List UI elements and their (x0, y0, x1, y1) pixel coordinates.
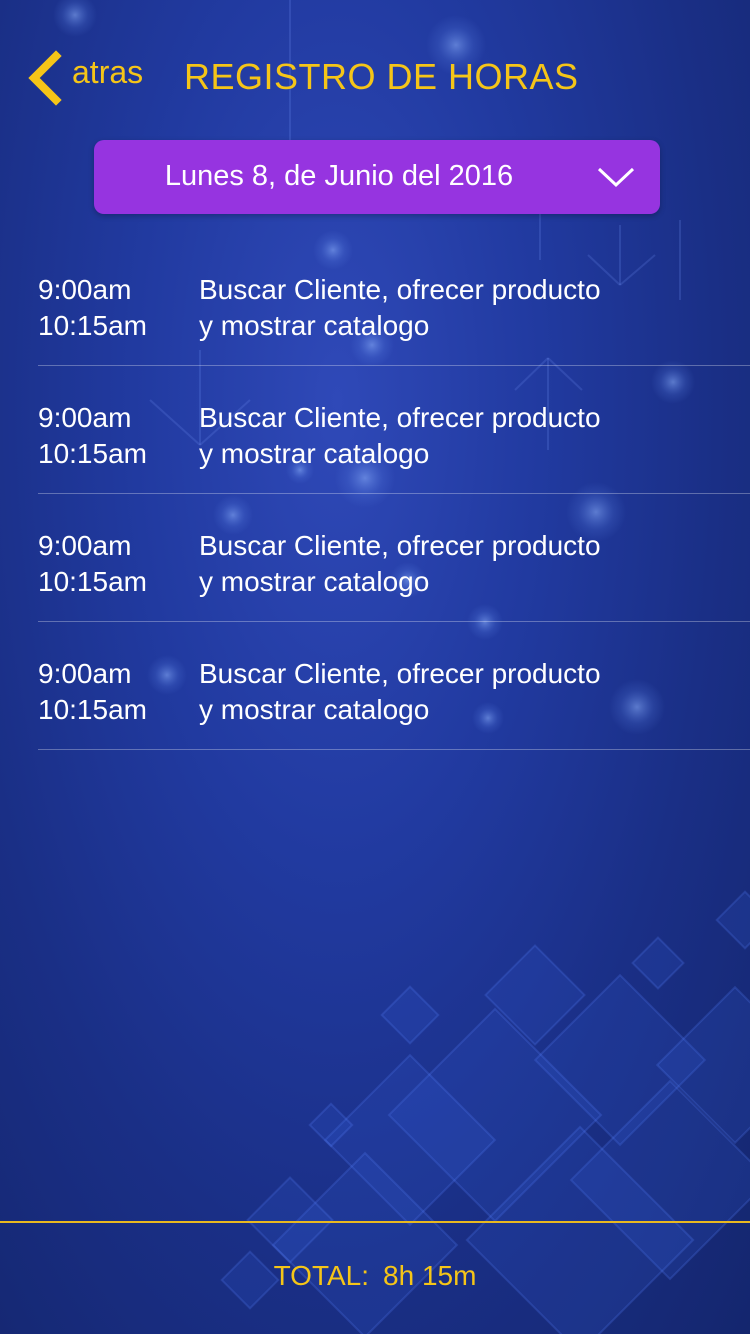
start-time: 9:00am (38, 658, 132, 689)
task-description-line: Buscar Cliente, ofrecer producto (199, 402, 601, 433)
time-range: 9:00am 10:15am (38, 656, 198, 728)
start-time: 9:00am (38, 530, 132, 561)
end-time: 10:15am (38, 310, 147, 341)
chevron-down-icon (597, 167, 635, 188)
time-range: 9:00am 10:15am (38, 528, 198, 600)
end-time: 10:15am (38, 438, 147, 469)
time-range: 9:00am 10:15am (38, 400, 198, 472)
page-title: REGISTRO DE HORAS (184, 56, 579, 97)
task-description-line: y mostrar catalogo (199, 694, 430, 725)
back-button[interactable]: atras (24, 46, 143, 110)
task-description: Buscar Cliente, ofrecer producto y mostr… (199, 656, 669, 728)
task-description-line: Buscar Cliente, ofrecer producto (199, 530, 601, 561)
task-description: Buscar Cliente, ofrecer producto y mostr… (199, 400, 669, 472)
time-entry-row[interactable]: 9:00am 10:15am Buscar Cliente, ofrecer p… (38, 366, 750, 494)
total-value: 8h 15m (383, 1260, 477, 1291)
task-description-line: y mostrar catalogo (199, 310, 430, 341)
time-entry-row[interactable]: 9:00am 10:15am Buscar Cliente, ofrecer p… (38, 622, 750, 750)
task-description-line: y mostrar catalogo (199, 438, 430, 469)
time-entry-row[interactable]: 9:00am 10:15am Buscar Cliente, ofrecer p… (38, 238, 750, 366)
back-label: atras (72, 53, 144, 90)
task-description: Buscar Cliente, ofrecer producto y mostr… (199, 272, 669, 344)
time-entry-row[interactable]: 9:00am 10:15am Buscar Cliente, ofrecer p… (38, 494, 750, 622)
footer-divider (0, 1221, 750, 1223)
time-entry-list: 9:00am 10:15am Buscar Cliente, ofrecer p… (38, 238, 750, 750)
end-time: 10:15am (38, 566, 147, 597)
chevron-left-icon (28, 50, 62, 106)
task-description-line: Buscar Cliente, ofrecer producto (199, 658, 601, 689)
total-hours: TOTAL: 8h 15m (0, 1260, 750, 1292)
time-range: 9:00am 10:15am (38, 272, 198, 344)
task-description-line: Buscar Cliente, ofrecer producto (199, 274, 601, 305)
date-dropdown-value: Lunes 8, de Junio del 2016 (164, 160, 514, 192)
total-label: TOTAL: (273, 1260, 370, 1291)
start-time: 9:00am (38, 402, 132, 433)
date-dropdown[interactable]: Lunes 8, de Junio del 2016 (94, 140, 660, 214)
task-description-line: y mostrar catalogo (199, 566, 430, 597)
task-description: Buscar Cliente, ofrecer producto y mostr… (199, 528, 669, 600)
start-time: 9:00am (38, 274, 132, 305)
end-time: 10:15am (38, 694, 147, 725)
header-bar: atras REGISTRO DE HORAS (0, 40, 750, 116)
